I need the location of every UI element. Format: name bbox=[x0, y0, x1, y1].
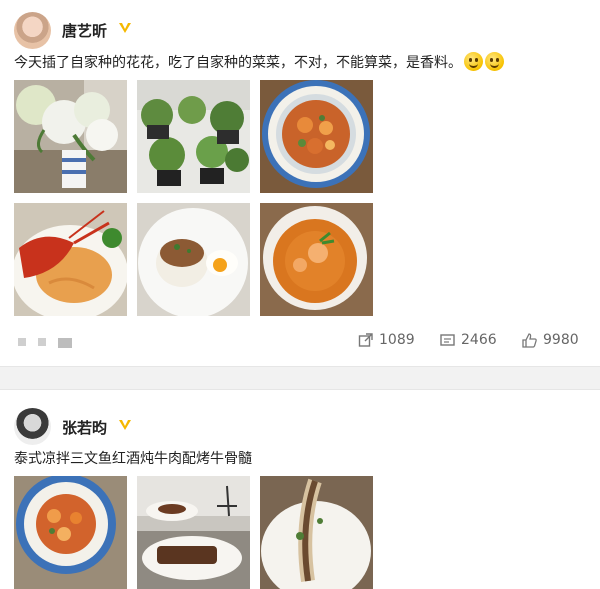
photo-thumbnail[interactable] bbox=[260, 203, 373, 316]
weibo-post-1: 唐艺昕 今天插了自家种的花花，吃了自家种的菜菜，不对，不能算菜，是香料。 108… bbox=[0, 0, 600, 366]
photo-thumbnail[interactable] bbox=[14, 203, 127, 316]
photo-thumbnail[interactable] bbox=[260, 476, 373, 589]
like-count: 9980 bbox=[543, 332, 579, 348]
username[interactable]: 张若昀 bbox=[62, 417, 107, 438]
like-button[interactable]: 9980 bbox=[522, 332, 579, 348]
smile-emoji-icon bbox=[485, 52, 504, 71]
photo-thumbnail[interactable] bbox=[137, 476, 250, 589]
repost-count: 1089 bbox=[379, 332, 415, 348]
thumbs-up-icon bbox=[522, 332, 537, 348]
post-text: 泰式凉拌三文鱼红酒炖牛肉配烤牛骨髓 bbox=[14, 448, 252, 468]
post-text-body: 今天插了自家种的花花，吃了自家种的菜菜，不对，不能算菜，是香料。 bbox=[14, 55, 462, 71]
photo-thumbnail[interactable] bbox=[14, 476, 127, 589]
photo-thumbnail[interactable] bbox=[137, 203, 250, 316]
username[interactable]: 唐艺昕 bbox=[62, 20, 107, 41]
feed-divider bbox=[0, 366, 600, 390]
post-action-bar: 1089 2466 9980 bbox=[0, 326, 600, 356]
smile-emoji-icon bbox=[464, 52, 483, 71]
avatar[interactable] bbox=[14, 408, 51, 445]
photo-thumbnail[interactable] bbox=[14, 80, 127, 193]
repost-icon bbox=[358, 332, 373, 347]
placeholder-dot bbox=[38, 338, 46, 346]
photo-thumbnail[interactable] bbox=[137, 80, 250, 193]
photo-thumbnail[interactable] bbox=[260, 80, 373, 193]
comment-icon bbox=[440, 333, 455, 346]
repost-button[interactable]: 1089 bbox=[358, 332, 415, 348]
placeholder-dot bbox=[18, 338, 26, 346]
post-text-body: 泰式凉拌三文鱼红酒炖牛肉配烤牛骨髓 bbox=[14, 451, 252, 467]
comment-count: 2466 bbox=[461, 332, 497, 348]
weibo-post-2: 张若昀 泰式凉拌三文鱼红酒炖牛肉配烤牛骨髓 bbox=[0, 390, 600, 589]
comment-button[interactable]: 2466 bbox=[440, 332, 497, 348]
avatar[interactable] bbox=[14, 12, 51, 49]
post-text: 今天插了自家种的花花，吃了自家种的菜菜，不对，不能算菜，是香料。 bbox=[14, 52, 504, 72]
placeholder-dot bbox=[58, 338, 72, 348]
verified-badge-icon bbox=[119, 23, 131, 33]
verified-badge-icon bbox=[119, 420, 131, 430]
